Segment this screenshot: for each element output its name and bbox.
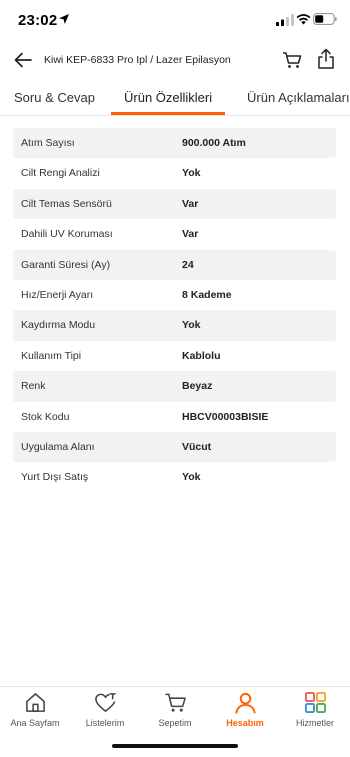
spec-row: Cilt Rengi Analizi Yok — [13, 158, 336, 188]
home-indicator — [112, 744, 238, 748]
spec-label: Cilt Temas Sensörü — [21, 197, 112, 210]
spec-row: Hız/Enerji Ayarı 8 Kademe — [13, 280, 336, 310]
nav-label: Sepetim — [158, 718, 192, 728]
services-grid-icon — [304, 691, 327, 714]
nav-label: Ana Sayfam — [10, 718, 60, 728]
spec-row: Yurt Dışı Satış Yok — [13, 462, 336, 492]
tab-questions[interactable]: Soru & Cevap — [14, 90, 95, 105]
spec-value: Yok — [182, 167, 201, 180]
active-tab-indicator — [111, 112, 225, 115]
wifi-icon — [296, 14, 311, 25]
nav-item-home[interactable]: Ana Sayfam — [0, 687, 70, 737]
spec-value: Var — [182, 228, 199, 241]
spec-label: Stok Kodu — [21, 410, 70, 423]
nav-label: Hizmetler — [295, 718, 334, 728]
tab-bar: Soru & Cevap Ürün Özellikleri Ürün Açıkl… — [0, 84, 350, 116]
spec-label: Atım Sayısı — [21, 137, 75, 149]
spec-label: Garanti Süresi (Ay) — [21, 258, 111, 271]
spec-label: Hız/Enerji Ayarı — [21, 288, 94, 301]
spec-value: Yok — [182, 319, 201, 332]
nav-item-services[interactable]: Hizmetler — [280, 687, 350, 737]
spec-row: Garanti Süresi (Ay) 24 — [13, 249, 336, 280]
spec-row: Dahili UV Koruması Var — [13, 219, 336, 249]
nav-label: Listelerim — [85, 718, 125, 728]
back-arrow-icon[interactable] — [13, 50, 33, 70]
spec-table: Atım Sayısı 900.000 Atım Cilt Rengi Anal… — [13, 128, 336, 493]
spec-label: Dahili UV Koruması — [21, 228, 113, 241]
spec-label: Uygulama Alanı — [21, 440, 95, 453]
spec-value: HBCV00003BISIE — [182, 410, 269, 423]
product-header: Kiwi KEP-6833 Pro Ipl / Lazer Epilasyon — [0, 42, 350, 80]
spec-label: Yurt Dışı Satış — [21, 471, 89, 484]
cart-icon[interactable] — [282, 50, 302, 70]
battery-icon — [313, 13, 337, 25]
spec-row: Stok Kodu HBCV00003BISIE — [13, 402, 336, 432]
spec-row: Cilt Temas Sensörü Var — [13, 188, 336, 220]
spec-label: Renk — [21, 380, 46, 393]
nav-item-lists[interactable]: Listelerim — [70, 687, 140, 737]
spec-row: Kaydırma Modu Yok — [13, 310, 336, 341]
spec-value: Vücut — [182, 440, 212, 453]
nav-item-account[interactable]: Hesabım — [210, 687, 280, 737]
nav-label: Hesabım — [226, 718, 264, 728]
nav-item-cart[interactable]: Sepetim — [140, 687, 210, 737]
spec-value: Kablolu — [182, 349, 221, 362]
spec-value: Yok — [182, 471, 201, 484]
user-icon — [235, 692, 256, 714]
location-arrow-icon — [59, 14, 69, 24]
spec-row: Atım Sayısı 900.000 Atım — [13, 128, 336, 159]
share-icon[interactable] — [316, 48, 336, 70]
status-time: 23:02 — [18, 12, 58, 29]
spec-row: Renk Beyaz — [13, 371, 336, 402]
heart-list-icon — [95, 693, 116, 712]
tab-product-descriptions[interactable]: Ürün Açıklamaları — [247, 90, 350, 105]
page-title: Kiwi KEP-6833 Pro Ipl / Lazer Epilasyon — [44, 54, 231, 66]
cart-icon — [165, 693, 186, 712]
spec-row: Uygulama Alanı Vücut — [13, 431, 336, 463]
spec-row: Kullanım Tipi Kablolu — [13, 341, 336, 371]
spec-value: Beyaz — [182, 380, 213, 393]
spec-value: 8 Kademe — [182, 288, 232, 301]
spec-value: Var — [182, 197, 199, 210]
spec-value: 24 — [182, 258, 194, 271]
home-icon — [26, 693, 45, 712]
status-bar: 23:02 — [0, 0, 350, 42]
tab-product-features[interactable]: Ürün Özellikleri — [124, 90, 212, 105]
spec-value: 900.000 Atım — [182, 137, 246, 149]
spec-label: Kullanım Tipi — [21, 349, 82, 362]
spec-label: Kaydırma Modu — [21, 319, 96, 332]
cellular-signal-icon — [276, 14, 294, 26]
spec-label: Cilt Rengi Analizi — [21, 167, 100, 180]
